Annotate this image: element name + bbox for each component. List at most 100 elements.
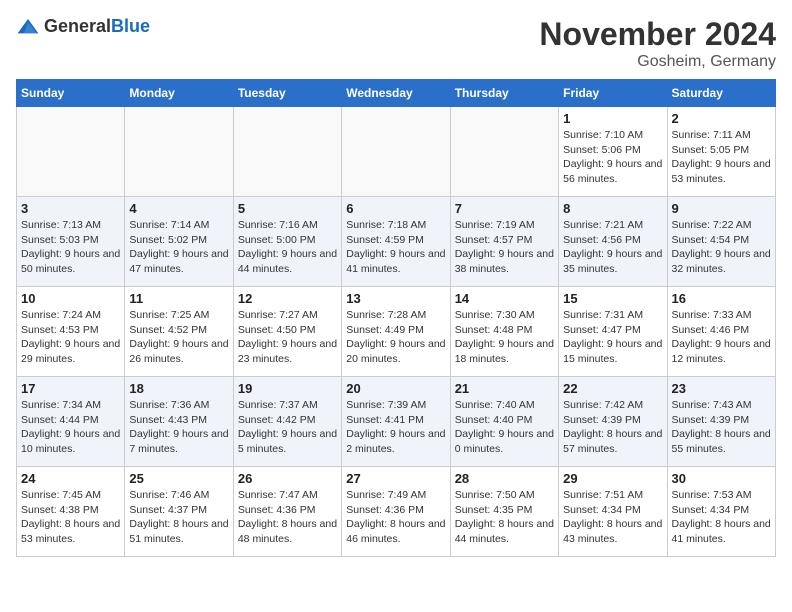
logo: GeneralBlue — [16, 16, 150, 37]
day-cell-12: 12 Sunrise: 7:27 AMSunset: 4:50 PMDayligh… — [233, 287, 341, 377]
day-number: 28 — [455, 471, 554, 486]
week-row-4: 17 Sunrise: 7:34 AMSunset: 4:44 PMDayligh… — [17, 377, 776, 467]
day-cell-30: 30 Sunrise: 7:53 AMSunset: 4:34 PMDayligh… — [667, 467, 775, 557]
day-number: 17 — [21, 381, 120, 396]
logo-general-text: General — [44, 16, 111, 36]
day-info: Sunrise: 7:39 AMSunset: 4:41 PMDaylight:… — [346, 398, 445, 457]
week-row-2: 3 Sunrise: 7:13 AMSunset: 5:03 PMDaylight… — [17, 197, 776, 287]
day-cell-8: 8 Sunrise: 7:21 AMSunset: 4:56 PMDaylight… — [559, 197, 667, 287]
day-info: Sunrise: 7:53 AMSunset: 4:34 PMDaylight:… — [672, 488, 771, 547]
day-number: 21 — [455, 381, 554, 396]
day-number: 20 — [346, 381, 445, 396]
day-info: Sunrise: 7:27 AMSunset: 4:50 PMDaylight:… — [238, 308, 337, 367]
empty-cell — [17, 107, 125, 197]
day-info: Sunrise: 7:18 AMSunset: 4:59 PMDaylight:… — [346, 218, 445, 277]
day-info: Sunrise: 7:43 AMSunset: 4:39 PMDaylight:… — [672, 398, 771, 457]
day-cell-17: 17 Sunrise: 7:34 AMSunset: 4:44 PMDayligh… — [17, 377, 125, 467]
day-cell-24: 24 Sunrise: 7:45 AMSunset: 4:38 PMDayligh… — [17, 467, 125, 557]
day-cell-20: 20 Sunrise: 7:39 AMSunset: 4:41 PMDayligh… — [342, 377, 450, 467]
day-cell-11: 11 Sunrise: 7:25 AMSunset: 4:52 PMDayligh… — [125, 287, 233, 377]
day-cell-10: 10 Sunrise: 7:24 AMSunset: 4:53 PMDayligh… — [17, 287, 125, 377]
day-number: 14 — [455, 291, 554, 306]
day-number: 30 — [672, 471, 771, 486]
day-number: 10 — [21, 291, 120, 306]
day-number: 9 — [672, 201, 771, 216]
day-number: 5 — [238, 201, 337, 216]
day-number: 11 — [129, 291, 228, 306]
empty-cell — [233, 107, 341, 197]
day-number: 2 — [672, 111, 771, 126]
day-info: Sunrise: 7:22 AMSunset: 4:54 PMDaylight:… — [672, 218, 771, 277]
day-info: Sunrise: 7:10 AMSunset: 5:06 PMDaylight:… — [563, 128, 662, 187]
day-number: 12 — [238, 291, 337, 306]
weekday-friday: Friday — [559, 80, 667, 107]
logo-icon — [16, 17, 40, 37]
day-info: Sunrise: 7:14 AMSunset: 5:02 PMDaylight:… — [129, 218, 228, 277]
day-number: 13 — [346, 291, 445, 306]
day-number: 23 — [672, 381, 771, 396]
weekday-header-row: SundayMondayTuesdayWednesdayThursdayFrid… — [17, 80, 776, 107]
day-number: 8 — [563, 201, 662, 216]
day-cell-23: 23 Sunrise: 7:43 AMSunset: 4:39 PMDayligh… — [667, 377, 775, 467]
day-number: 7 — [455, 201, 554, 216]
day-info: Sunrise: 7:13 AMSunset: 5:03 PMDaylight:… — [21, 218, 120, 277]
day-info: Sunrise: 7:42 AMSunset: 4:39 PMDaylight:… — [563, 398, 662, 457]
week-row-3: 10 Sunrise: 7:24 AMSunset: 4:53 PMDayligh… — [17, 287, 776, 377]
day-cell-15: 15 Sunrise: 7:31 AMSunset: 4:47 PMDayligh… — [559, 287, 667, 377]
day-cell-1: 1 Sunrise: 7:10 AMSunset: 5:06 PMDaylight… — [559, 107, 667, 197]
day-info: Sunrise: 7:45 AMSunset: 4:38 PMDaylight:… — [21, 488, 120, 547]
day-info: Sunrise: 7:46 AMSunset: 4:37 PMDaylight:… — [129, 488, 228, 547]
day-info: Sunrise: 7:40 AMSunset: 4:40 PMDaylight:… — [455, 398, 554, 457]
header: GeneralBlue November 2024 Gosheim, Germa… — [16, 16, 776, 71]
day-cell-21: 21 Sunrise: 7:40 AMSunset: 4:40 PMDayligh… — [450, 377, 558, 467]
title-block: November 2024 Gosheim, Germany — [539, 16, 776, 71]
day-info: Sunrise: 7:50 AMSunset: 4:35 PMDaylight:… — [455, 488, 554, 547]
day-info: Sunrise: 7:16 AMSunset: 5:00 PMDaylight:… — [238, 218, 337, 277]
day-cell-9: 9 Sunrise: 7:22 AMSunset: 4:54 PMDaylight… — [667, 197, 775, 287]
calendar-subtitle: Gosheim, Germany — [539, 53, 776, 71]
day-number: 16 — [672, 291, 771, 306]
day-info: Sunrise: 7:24 AMSunset: 4:53 PMDaylight:… — [21, 308, 120, 367]
day-info: Sunrise: 7:51 AMSunset: 4:34 PMDaylight:… — [563, 488, 662, 547]
day-number: 3 — [21, 201, 120, 216]
empty-cell — [342, 107, 450, 197]
day-number: 15 — [563, 291, 662, 306]
week-row-5: 24 Sunrise: 7:45 AMSunset: 4:38 PMDayligh… — [17, 467, 776, 557]
day-cell-4: 4 Sunrise: 7:14 AMSunset: 5:02 PMDaylight… — [125, 197, 233, 287]
weekday-wednesday: Wednesday — [342, 80, 450, 107]
day-info: Sunrise: 7:49 AMSunset: 4:36 PMDaylight:… — [346, 488, 445, 547]
day-cell-16: 16 Sunrise: 7:33 AMSunset: 4:46 PMDayligh… — [667, 287, 775, 377]
day-info: Sunrise: 7:19 AMSunset: 4:57 PMDaylight:… — [455, 218, 554, 277]
day-number: 24 — [21, 471, 120, 486]
day-info: Sunrise: 7:28 AMSunset: 4:49 PMDaylight:… — [346, 308, 445, 367]
weekday-tuesday: Tuesday — [233, 80, 341, 107]
day-info: Sunrise: 7:36 AMSunset: 4:43 PMDaylight:… — [129, 398, 228, 457]
day-info: Sunrise: 7:30 AMSunset: 4:48 PMDaylight:… — [455, 308, 554, 367]
day-number: 22 — [563, 381, 662, 396]
day-cell-19: 19Sunrise: 7:37 AMSunset: 4:42 PMDayligh… — [233, 377, 341, 467]
day-info: Sunrise: 7:47 AMSunset: 4:36 PMDaylight:… — [238, 488, 337, 547]
logo-blue-text: Blue — [111, 16, 150, 36]
day-cell-14: 14 Sunrise: 7:30 AMSunset: 4:48 PMDayligh… — [450, 287, 558, 377]
day-info: Sunrise: 7:21 AMSunset: 4:56 PMDaylight:… — [563, 218, 662, 277]
day-number: 18 — [129, 381, 228, 396]
day-info: Sunrise: 7:31 AMSunset: 4:47 PMDaylight:… — [563, 308, 662, 367]
day-cell-3: 3 Sunrise: 7:13 AMSunset: 5:03 PMDaylight… — [17, 197, 125, 287]
day-info: Sunrise: 7:25 AMSunset: 4:52 PMDaylight:… — [129, 308, 228, 367]
day-number: 29 — [563, 471, 662, 486]
day-number: 4 — [129, 201, 228, 216]
day-cell-26: 26Sunrise: 7:47 AMSunset: 4:36 PMDayligh… — [233, 467, 341, 557]
day-info: Sunrise: 7:33 AMSunset: 4:46 PMDaylight:… — [672, 308, 771, 367]
day-cell-13: 13 Sunrise: 7:28 AMSunset: 4:49 PMDayligh… — [342, 287, 450, 377]
day-number: 6 — [346, 201, 445, 216]
day-number: 1 — [563, 111, 662, 126]
week-row-1: 1 Sunrise: 7:10 AMSunset: 5:06 PMDaylight… — [17, 107, 776, 197]
day-info: Sunrise: 7:11 AMSunset: 5:05 PMDaylight:… — [672, 128, 771, 187]
day-info: Sunrise: 7:34 AMSunset: 4:44 PMDaylight:… — [21, 398, 120, 457]
day-cell-29: 29 Sunrise: 7:51 AMSunset: 4:34 PMDayligh… — [559, 467, 667, 557]
day-cell-18: 18 Sunrise: 7:36 AMSunset: 4:43 PMDayligh… — [125, 377, 233, 467]
day-cell-5: 5 Sunrise: 7:16 AMSunset: 5:00 PMDaylight… — [233, 197, 341, 287]
weekday-thursday: Thursday — [450, 80, 558, 107]
weekday-monday: Monday — [125, 80, 233, 107]
day-cell-22: 22 Sunrise: 7:42 AMSunset: 4:39 PMDayligh… — [559, 377, 667, 467]
